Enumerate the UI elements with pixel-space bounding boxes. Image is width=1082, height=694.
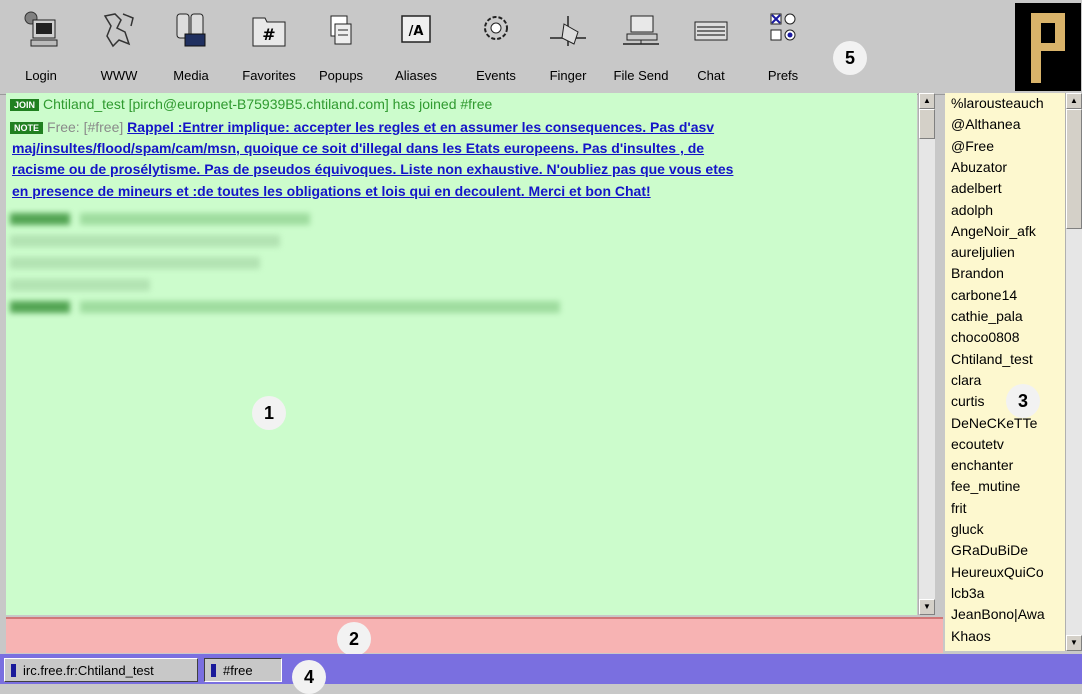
login-button[interactable]: Login [10,6,72,90]
nick-item[interactable]: clara [951,372,981,388]
nick-item[interactable]: Khaos [951,628,991,644]
nick-item[interactable]: ecoutetv [951,436,1004,452]
media-label: Media [173,68,209,83]
nick-item[interactable]: JeanBono|Awa [951,606,1045,622]
server-window-tab[interactable]: irc.free.fr:Chtiland_test [4,658,198,682]
aliases-label: Aliases [395,68,437,83]
favorites-glyph: # [262,25,275,44]
note-message: NOTE Free: [#free] Rappel :Entrer impliqu… [10,119,714,135]
chat-button[interactable]: Chat [680,6,742,90]
nick-item[interactable]: adelbert [951,180,1002,196]
favorites-icon: # [252,17,286,47]
join-tag: JOIN [10,99,40,111]
aliases-icon: /A [401,15,431,43]
favorites-button[interactable]: # Favorites [238,6,300,90]
nick-item[interactable]: fee_mutine [951,478,1020,494]
file-send-button[interactable]: File Send [610,6,672,90]
callout-badge-2: 2 [337,622,371,656]
login-icon [24,11,58,47]
callout-badge-3: 3 [1006,384,1040,418]
callout-badge-4: 4 [292,660,326,694]
favorites-label: Favorites [242,68,296,83]
popups-icon [330,15,352,45]
finger-icon [550,16,586,46]
app-logo [1015,3,1081,91]
www-button[interactable]: WWW [88,6,150,90]
channel-window-tab[interactable]: #free [204,658,282,682]
toolbar: Login WWW Media # Favorites Popups /A Al… [0,0,1082,95]
file-send-icon [623,15,659,45]
channel-icon [211,664,216,677]
prefs-label: Prefs [767,68,799,83]
prefs-button[interactable]: Prefs [752,6,814,90]
nicklist-scrollbar[interactable]: ▲ ▼ [1065,93,1082,651]
note-prefix: Free: [#free] [47,119,124,135]
chat-icon [694,21,728,41]
media-icon [176,13,206,47]
nick-item[interactable]: Brandon [951,265,1004,281]
prefs-icon [770,13,796,41]
nick-item[interactable]: Chtiland_test [951,351,1033,367]
events-button[interactable]: Events [465,6,527,90]
nick-item[interactable]: @Althanea [951,116,1020,132]
nick-scroll-down-icon[interactable]: ▼ [1066,635,1082,651]
nick-item[interactable]: carbone14 [951,287,1017,303]
nick-item[interactable]: choco0808 [951,329,1020,345]
chat-label: Chat [697,68,725,83]
login-label: Login [25,68,57,83]
notice-line-3[interactable]: racisme ou de prosélytisme. Pas de pseud… [12,161,733,177]
www-icon [103,13,134,48]
notice-line-2[interactable]: maj/insultes/flood/spam/cam/msn, quoique… [12,140,704,156]
events-label: Events [476,68,516,83]
nick-item[interactable]: GRaDuBiDe [951,542,1028,558]
scroll-down-icon[interactable]: ▼ [919,599,935,615]
nick-item[interactable]: frit [951,500,967,516]
nick-item[interactable]: aureljulien [951,244,1015,260]
nick-item[interactable]: HeureuxQuiCo [951,564,1044,580]
channel-tab-label: #free [223,663,253,678]
nick-item[interactable]: adolph [951,202,993,218]
nick-item[interactable]: AngeNoir_afk [951,223,1036,239]
aliases-glyph: /A [409,24,424,39]
nick-item[interactable]: enchanter [951,457,1013,473]
blurred-messages [10,209,570,319]
aliases-button[interactable]: /A Aliases [385,6,447,90]
join-message: JOIN Chtiland_test [pirch@europnet-B75939… [10,96,492,112]
nick-item[interactable]: gluck [951,521,984,537]
file-send-label: File Send [613,68,669,83]
media-button[interactable]: Media [160,6,222,90]
callout-badge-5: 5 [833,41,867,75]
nick-item[interactable]: curtis [951,393,984,409]
notice-line-1[interactable]: Rappel :Entrer implique: accepter les re… [127,119,714,135]
callout-badge-1: 1 [252,396,286,430]
nick-list[interactable]: %larousteauch @Althanea @Free Abuzator adelb… [945,93,1071,651]
scroll-up-icon[interactable]: ▲ [919,93,935,109]
www-label: WWW [100,68,138,83]
note-tag: NOTE [10,122,44,134]
join-text: Chtiland_test [pirch@europnet-B75939B5.c… [43,96,493,112]
nick-item[interactable]: Abuzator [951,159,1007,175]
finger-button[interactable]: Finger [537,6,599,90]
chat-scrollbar[interactable]: ▲ ▼ [918,93,935,615]
nick-item[interactable]: @Free [951,138,994,154]
chat-scroll-thumb[interactable] [919,109,935,139]
switchbar: irc.free.fr:Chtiland_test #free 4 [0,654,1082,694]
message-input[interactable]: 2 [6,617,943,656]
nick-scroll-thumb[interactable] [1066,109,1082,229]
nick-item[interactable]: lcb3a [951,585,984,601]
events-icon [484,16,508,40]
popups-label: Popups [318,68,364,83]
chat-window[interactable]: JOIN Chtiland_test [pirch@europnet-B75939… [6,93,917,615]
notice-line-4[interactable]: en presence de mineurs et :de toutes les… [12,183,651,199]
finger-label: Finger [549,68,587,83]
nick-item[interactable]: %larousteauch [951,95,1044,111]
nick-item[interactable]: cathie_pala [951,308,1023,324]
popups-button[interactable]: Popups [310,6,372,90]
server-tab-label: irc.free.fr:Chtiland_test [23,663,154,678]
nick-scroll-up-icon[interactable]: ▲ [1066,93,1082,109]
pirch-logo-icon [1031,13,1065,83]
window-icon [11,664,16,677]
